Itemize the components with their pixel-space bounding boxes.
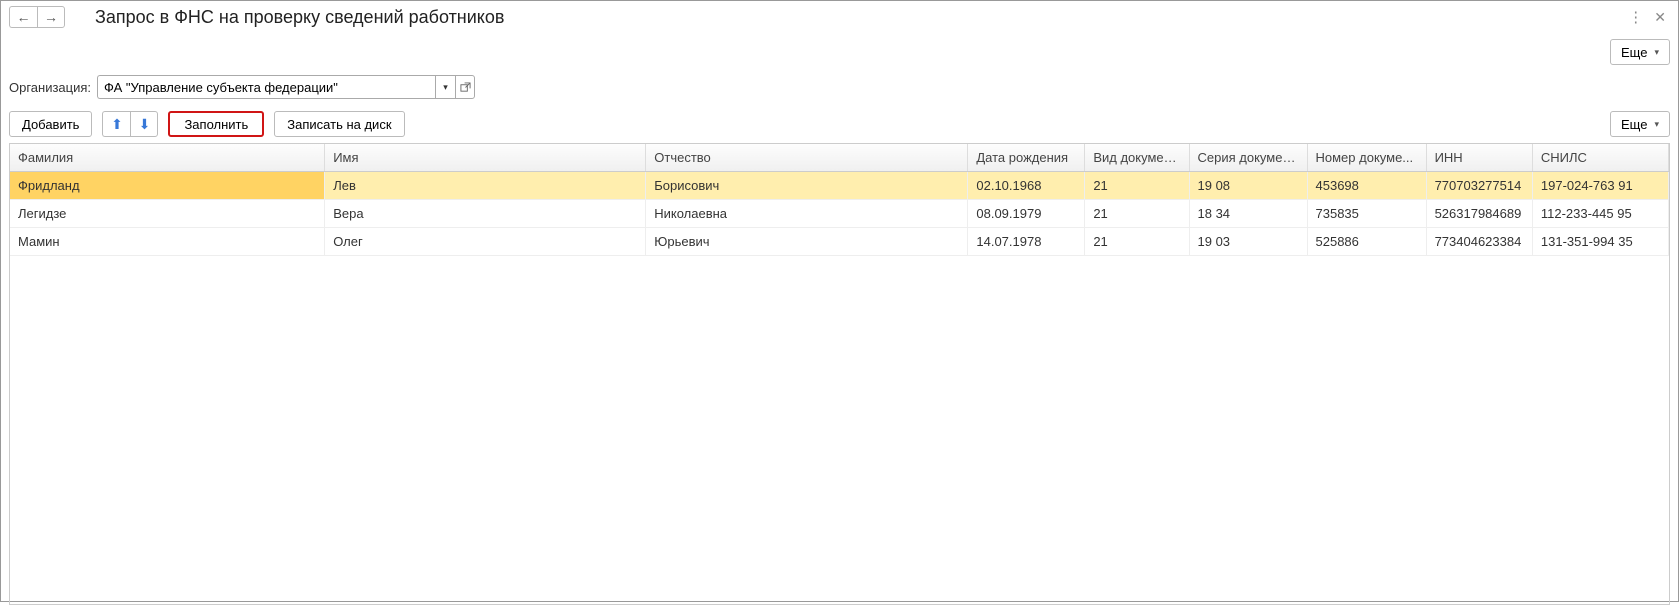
th-middlename[interactable]: Отчество <box>646 144 968 172</box>
close-icon[interactable]: ✕ <box>1654 9 1666 26</box>
save-to-disk-button[interactable]: Записать на диск <box>274 111 404 137</box>
employees-table-wrap: Фамилия Имя Отчество Дата рождения Вид д… <box>9 143 1670 605</box>
cell-docnumber[interactable]: 525886 <box>1307 228 1426 256</box>
save-label: Записать на диск <box>287 117 391 132</box>
cell-docseries[interactable]: 19 08 <box>1189 172 1307 200</box>
cell-docseries[interactable]: 19 03 <box>1189 228 1307 256</box>
add-button[interactable]: Добавить <box>9 111 92 137</box>
header-right: ⋮ ✕ <box>1628 8 1670 26</box>
cell-lastname[interactable]: Фридланд <box>10 172 325 200</box>
cell-doctype[interactable]: 21 <box>1085 228 1189 256</box>
th-doctype[interactable]: Вид документа <box>1085 144 1189 172</box>
arrow-left-icon: ← <box>17 9 31 25</box>
fill-button[interactable]: Заполнить <box>168 111 264 137</box>
more-label: Еще <box>1621 117 1647 132</box>
caret-down-icon: ▾ <box>1654 119 1659 130</box>
cell-doctype[interactable]: 21 <box>1085 172 1189 200</box>
move-up-button[interactable]: ⬆ <box>102 111 130 137</box>
cell-firstname[interactable]: Олег <box>325 228 646 256</box>
cell-inn[interactable]: 770703277514 <box>1426 172 1532 200</box>
cell-birthdate[interactable]: 14.07.1978 <box>968 228 1085 256</box>
cell-docnumber[interactable]: 735835 <box>1307 200 1426 228</box>
nav-back-button[interactable]: ← <box>9 6 37 28</box>
fill-label: Заполнить <box>184 117 248 132</box>
table-header-row: Фамилия Имя Отчество Дата рождения Вид д… <box>10 144 1669 172</box>
nav-forward-button[interactable]: → <box>37 6 65 28</box>
cell-snils[interactable]: 112-233-445 95 <box>1532 200 1668 228</box>
cell-firstname[interactable]: Лев <box>325 172 646 200</box>
cell-lastname[interactable]: Легидзе <box>10 200 325 228</box>
header-bar: ← → Запрос в ФНС на проверку сведений ра… <box>1 1 1678 33</box>
cell-lastname[interactable]: Мамин <box>10 228 325 256</box>
cell-snils[interactable]: 197-024-763 91 <box>1532 172 1668 200</box>
th-inn[interactable]: ИНН <box>1426 144 1532 172</box>
page-title: Запрос в ФНС на проверку сведений работн… <box>95 7 504 28</box>
cell-snils[interactable]: 131-351-994 35 <box>1532 228 1668 256</box>
cell-middlename[interactable]: Юрьевич <box>646 228 968 256</box>
toolbar: Добавить ⬆ ⬇ Заполнить Записать на диск … <box>1 103 1678 143</box>
more-button-top[interactable]: Еще ▾ <box>1610 39 1670 65</box>
th-snils[interactable]: СНИЛС <box>1532 144 1668 172</box>
th-lastname[interactable]: Фамилия <box>10 144 325 172</box>
cell-middlename[interactable]: Николаевна <box>646 200 968 228</box>
move-arrow-group: ⬆ ⬇ <box>102 111 158 137</box>
cell-inn[interactable]: 526317984689 <box>1426 200 1532 228</box>
table-row[interactable]: ФридландЛевБорисович02.10.19682119 08453… <box>10 172 1669 200</box>
organization-input[interactable] <box>97 75 435 99</box>
caret-down-icon: ▾ <box>443 82 448 93</box>
cell-middlename[interactable]: Борисович <box>646 172 968 200</box>
top-more-row: Еще ▾ <box>1 33 1678 71</box>
th-birthdate[interactable]: Дата рождения <box>968 144 1085 172</box>
open-external-icon <box>460 82 471 93</box>
caret-down-icon: ▾ <box>1654 47 1659 58</box>
add-label: Добавить <box>22 117 79 132</box>
toolbar-right: Еще ▾ <box>1610 111 1670 137</box>
cell-birthdate[interactable]: 02.10.1968 <box>968 172 1085 200</box>
move-down-button[interactable]: ⬇ <box>130 111 158 137</box>
cell-docseries[interactable]: 18 34 <box>1189 200 1307 228</box>
table-row[interactable]: ЛегидзеВераНиколаевна08.09.19792118 3473… <box>10 200 1669 228</box>
organization-row: Организация: ▾ <box>1 71 1678 103</box>
organization-field-wrap: ▾ <box>97 75 475 99</box>
more-label: Еще <box>1621 45 1647 60</box>
table-body: ФридландЛевБорисович02.10.19682119 08453… <box>10 172 1669 256</box>
th-docnumber[interactable]: Номер докуме... <box>1307 144 1426 172</box>
table-row[interactable]: МаминОлегЮрьевич14.07.19782119 035258867… <box>10 228 1669 256</box>
cell-firstname[interactable]: Вера <box>325 200 646 228</box>
cell-birthdate[interactable]: 08.09.1979 <box>968 200 1085 228</box>
organization-open-button[interactable] <box>455 75 475 99</box>
th-docseries[interactable]: Серия документа <box>1189 144 1307 172</box>
organization-label: Организация: <box>9 80 91 95</box>
cell-doctype[interactable]: 21 <box>1085 200 1189 228</box>
kebab-menu-icon[interactable]: ⋮ <box>1628 8 1642 26</box>
arrow-down-icon: ⬇ <box>139 116 151 133</box>
cell-docnumber[interactable]: 453698 <box>1307 172 1426 200</box>
organization-dropdown-button[interactable]: ▾ <box>435 75 455 99</box>
th-firstname[interactable]: Имя <box>325 144 646 172</box>
cell-inn[interactable]: 773404623384 <box>1426 228 1532 256</box>
employees-table: Фамилия Имя Отчество Дата рождения Вид д… <box>10 144 1669 256</box>
nav-buttons: ← → <box>9 6 65 28</box>
more-button-toolbar[interactable]: Еще ▾ <box>1610 111 1670 137</box>
arrow-up-icon: ⬆ <box>111 116 123 133</box>
arrow-right-icon: → <box>44 9 58 25</box>
